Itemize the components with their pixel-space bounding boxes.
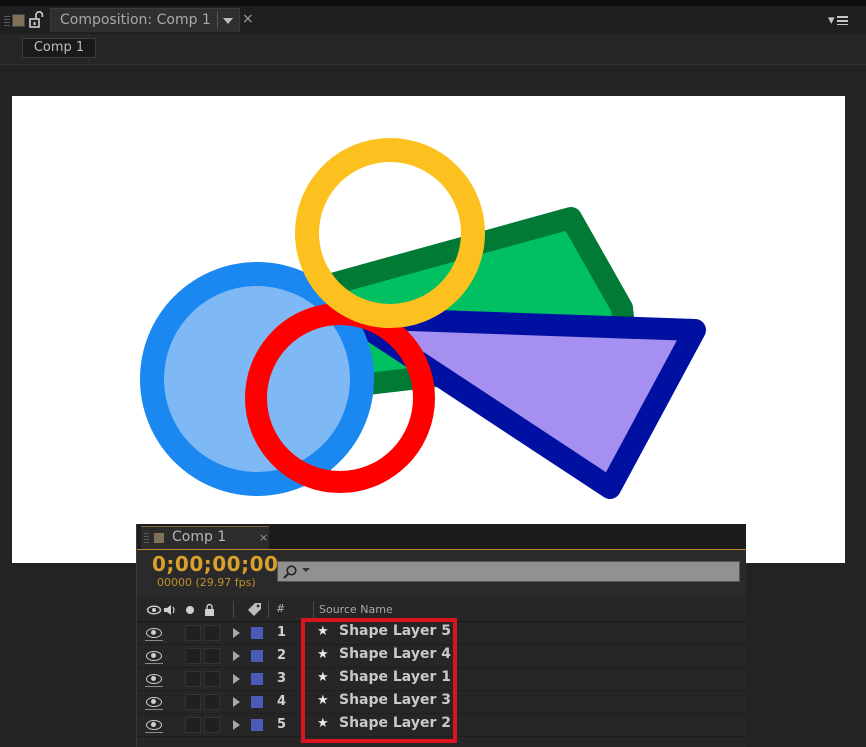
panel-grip-handle[interactable]: [144, 533, 149, 543]
visibility-eye-icon[interactable]: [146, 672, 162, 686]
av-switches-header: [146, 603, 214, 616]
timeline-tab-comp[interactable]: Comp 1 ×: [141, 526, 269, 549]
lock-toggle-icon[interactable]: [28, 11, 46, 29]
current-time-display[interactable]: 0;00;00;00: [152, 552, 278, 576]
composition-color-swatch-icon: [12, 14, 25, 27]
timeline-tabbar: Comp 1 ×: [137, 524, 746, 549]
panel-grip-handle[interactable]: [4, 16, 10, 26]
composition-canvas[interactable]: [12, 96, 845, 563]
solo-switch[interactable]: [204, 717, 220, 733]
solo-switch[interactable]: [204, 671, 220, 687]
label-tag-icon: [248, 603, 261, 616]
lock-icon: [205, 603, 214, 616]
audio-switch[interactable]: [185, 671, 201, 687]
expand-triangle-icon[interactable]: [233, 628, 240, 638]
breadcrumb-comp[interactable]: Comp 1: [22, 38, 96, 58]
timeline-tab-label: Comp 1: [172, 529, 227, 545]
solo-switch[interactable]: [204, 648, 220, 664]
solo-dot-icon: [186, 606, 194, 614]
column-separator: [313, 601, 314, 618]
audio-speaker-icon: [164, 605, 175, 615]
layer-number-column-header[interactable]: #: [276, 602, 285, 615]
search-options-chevron-icon[interactable]: [302, 568, 310, 572]
expand-triangle-icon[interactable]: [233, 674, 240, 684]
composition-tab-label: Composition: Comp 1: [60, 12, 211, 28]
expand-triangle-icon[interactable]: [233, 651, 240, 661]
expand-triangle-icon[interactable]: [233, 720, 240, 730]
panel-menu-icon[interactable]: ▾: [828, 13, 848, 28]
layer-number: 5: [277, 717, 287, 732]
visibility-eye-icon[interactable]: [146, 695, 162, 709]
close-tab-icon[interactable]: ×: [242, 11, 254, 27]
composition-breadcrumb-bar: Comp 1: [0, 34, 866, 65]
label-color-swatch[interactable]: [251, 627, 263, 639]
frame-count-display: 00000 (29.97 fps): [157, 576, 256, 589]
expand-triangle-icon[interactable]: [233, 697, 240, 707]
search-icon: [283, 565, 297, 579]
composition-color-swatch-icon: [154, 533, 164, 543]
audio-switch[interactable]: [185, 625, 201, 641]
label-color-swatch[interactable]: [251, 650, 263, 662]
composition-tab[interactable]: Composition: Comp 1: [50, 8, 240, 32]
layer-names-highlight-box: [301, 618, 457, 743]
solo-switch[interactable]: [204, 625, 220, 641]
column-separator: [268, 601, 269, 618]
layer-number: 2: [277, 648, 287, 663]
source-name-column-header[interactable]: Source Name: [319, 603, 393, 616]
visibility-eye-icon[interactable]: [146, 718, 162, 732]
audio-switch[interactable]: [185, 717, 201, 733]
label-color-swatch[interactable]: [251, 673, 263, 685]
audio-switch[interactable]: [185, 648, 201, 664]
audio-switch[interactable]: [185, 694, 201, 710]
solo-switch[interactable]: [204, 694, 220, 710]
label-color-swatch[interactable]: [251, 719, 263, 731]
layer-search-input[interactable]: [277, 561, 740, 582]
visibility-eye-icon[interactable]: [146, 626, 162, 640]
composition-dropdown-chevron-icon[interactable]: [217, 11, 236, 29]
layer-number: 3: [277, 671, 287, 686]
label-color-swatch[interactable]: [251, 696, 263, 708]
timeline-panel: Comp 1 × 0;00;00;00 00000 (29.97 fps) # …: [136, 524, 746, 747]
layer-number: 1: [277, 625, 287, 640]
layer-number: 4: [277, 694, 287, 709]
close-tab-icon[interactable]: ×: [259, 531, 268, 544]
timeline-toolbar: 0;00;00;00 00000 (29.97 fps): [137, 550, 746, 596]
visibility-eye-icon[interactable]: [146, 649, 162, 663]
composition-panel-tabbar: Composition: Comp 1 × ▾: [0, 6, 866, 34]
video-eye-icon: [146, 605, 162, 615]
column-separator: [233, 601, 234, 618]
